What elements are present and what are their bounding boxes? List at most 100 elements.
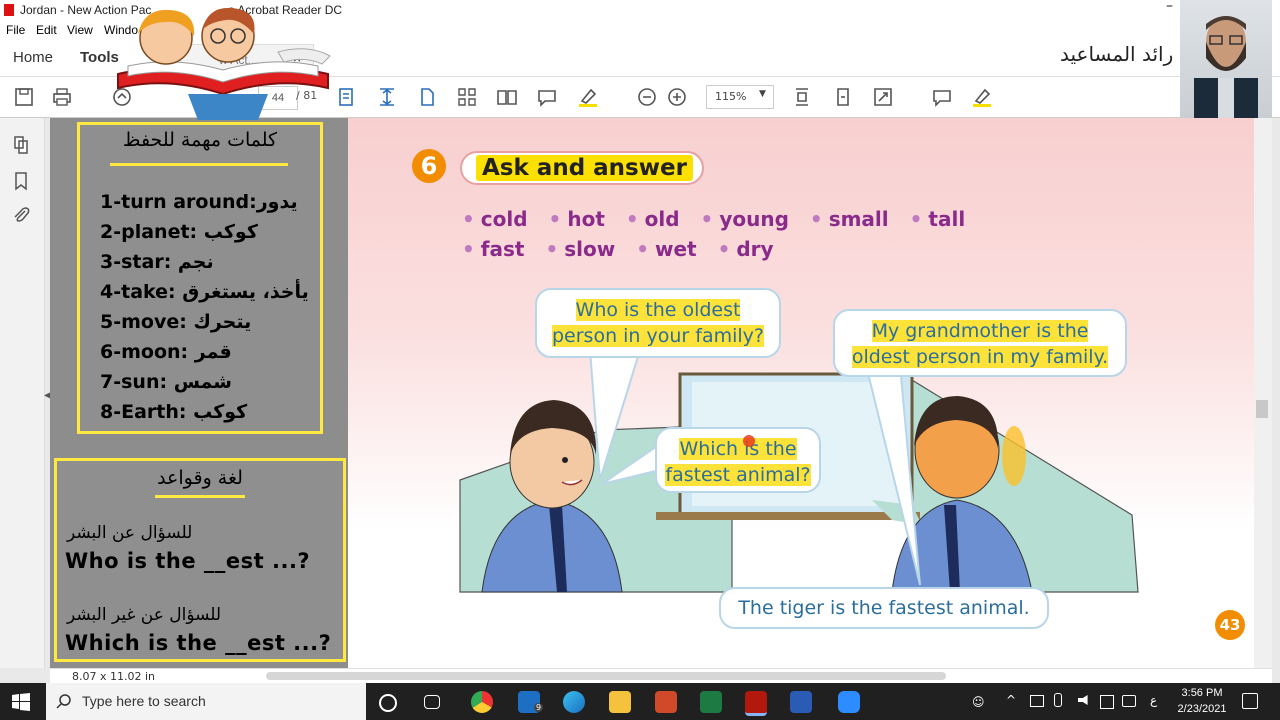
presenter-image <box>1194 16 1258 118</box>
clock[interactable]: 3:56 PM 2/23/2021 <box>1170 685 1234 717</box>
kids-reading-logo <box>117 7 331 120</box>
bullet: • <box>462 237 475 261</box>
task-view-icon[interactable] <box>424 695 440 709</box>
navigation-pane <box>0 118 45 668</box>
teacher-name: رائد المساعيد <box>1060 42 1174 66</box>
comment-icon[interactable] <box>535 85 559 109</box>
vocab-item: 4-take: يأخذ، يستغرق <box>100 281 309 303</box>
attachment-icon[interactable] <box>10 204 32 226</box>
zoom-out-icon[interactable] <box>635 85 659 109</box>
activity-title: Ask and answer <box>476 155 693 181</box>
windows-start-icon[interactable] <box>12 693 30 711</box>
speech-bubble-1: Who is the oldest person in your family? <box>535 288 781 358</box>
adjective: cold <box>480 207 528 231</box>
zoom-dropdown[interactable]: 115% ▼ <box>706 85 774 109</box>
zoom-in-icon[interactable] <box>665 85 689 109</box>
rotate-icon[interactable] <box>831 85 855 109</box>
minimize-button[interactable]: – <box>1166 0 1173 14</box>
scroll-mode-icon[interactable] <box>790 85 814 109</box>
vocab-item: 7-sun: شمس <box>100 371 232 393</box>
webcam-overlay <box>1180 0 1272 118</box>
vocab-title: كلمات مهمة للحفظ <box>122 129 278 151</box>
powerpoint-icon[interactable] <box>655 691 677 713</box>
bullet: • <box>462 207 475 231</box>
acrobat-taskbar-icon[interactable] <box>745 691 767 716</box>
vocab-item: 3-star: نجم <box>100 251 214 273</box>
people-icon[interactable]: ☺ <box>972 695 985 709</box>
adjective: slow <box>564 237 616 261</box>
organize-icon[interactable] <box>455 85 479 109</box>
adjective: dry <box>736 237 774 261</box>
bullet: • <box>700 207 714 231</box>
bullet: • <box>545 237 559 261</box>
bubble3-line2: fastest animal? <box>665 464 811 486</box>
adjective: fast <box>480 237 525 261</box>
edge-icon[interactable] <box>563 691 585 713</box>
menu-file[interactable]: File <box>6 23 25 37</box>
zoom-app-icon[interactable] <box>838 691 860 713</box>
zoom-value: 115% <box>715 90 747 103</box>
scrollbar-thumb[interactable] <box>1256 400 1268 418</box>
grammar-people-question: Who is the __est ...? <box>65 549 311 573</box>
notification-icon[interactable] <box>1242 693 1258 709</box>
select-tool-icon[interactable] <box>375 85 399 109</box>
taskbar-search[interactable]: Type here to search <box>46 683 366 720</box>
adjective: young <box>719 207 789 231</box>
page-size: 8.07 x 11.02 in <box>72 670 156 683</box>
single-page-icon[interactable] <box>415 85 439 109</box>
bookmark-icon[interactable] <box>10 170 32 192</box>
mail-icon[interactable]: 9 <box>518 691 544 713</box>
bubble2-line2: oldest person in my family. <box>851 346 1109 368</box>
tab-home[interactable]: Home <box>13 49 53 66</box>
adjective: tall <box>928 207 966 231</box>
bubble4-text: The tiger is the fastest animal. <box>738 597 1030 619</box>
speech-bubble-2: My grandmother is the oldest person in m… <box>833 309 1127 377</box>
cortana-icon[interactable] <box>379 694 397 712</box>
save-icon[interactable] <box>12 85 36 109</box>
highlight-icon-2[interactable] <box>970 85 994 109</box>
adjective: wet <box>654 237 697 261</box>
horizontal-scrollbar[interactable] <box>266 672 946 680</box>
print-icon[interactable] <box>50 85 74 109</box>
adjective: hot <box>567 207 605 231</box>
vocab-item: 5-move: يتحرك <box>100 311 252 333</box>
full-screen-icon[interactable] <box>871 85 895 109</box>
excel-icon[interactable] <box>700 691 722 713</box>
battery-icon[interactable] <box>1122 695 1136 707</box>
bubble2-tail <box>864 365 921 586</box>
search-placeholder: Type here to search <box>82 693 206 709</box>
microphone-icon[interactable] <box>1054 693 1062 707</box>
camera-tray-icon[interactable] <box>1030 695 1044 707</box>
clock-date: 2/23/2021 <box>1177 703 1227 715</box>
two-page-icon[interactable] <box>495 85 519 109</box>
bubble3-line1: Which is the <box>679 438 797 460</box>
volume-icon[interactable] <box>1078 695 1088 705</box>
vocab-item: 6-moon: قمر <box>100 341 232 363</box>
chrome-icon[interactable] <box>471 691 493 713</box>
grammar-things-question: Which is the __est ...? <box>65 631 332 655</box>
bubble1-line2: person in your family? <box>551 325 764 347</box>
grammar-box: لغة وقواعد للسؤال عن البشر Who is the __… <box>54 458 346 662</box>
language-indicator[interactable]: ع <box>1150 693 1157 707</box>
page-number-badge: 43 <box>1215 610 1245 640</box>
vocab-box: كلمات مهمة للحفظ 1-turn around:يدور 2-pl… <box>77 122 323 434</box>
mail-badge: 9 <box>534 703 544 712</box>
menu-edit[interactable]: Edit <box>36 23 57 37</box>
chevron-down-icon: ▼ <box>759 89 766 99</box>
bullet: • <box>909 207 923 231</box>
comment-icon-2[interactable] <box>930 85 954 109</box>
acrobat-icon <box>4 4 14 16</box>
vocab-item: 8-Earth: كوكب <box>100 401 248 423</box>
tray-chevron-icon[interactable]: ^ <box>1006 693 1016 707</box>
word-icon[interactable] <box>790 691 812 713</box>
speech-bubble-3: Which is the fastest animal? <box>655 427 821 493</box>
vertical-scrollbar[interactable] <box>1254 118 1272 668</box>
file-explorer-icon[interactable] <box>609 691 631 713</box>
highlight-icon[interactable] <box>576 85 600 109</box>
adjective: old <box>644 207 680 231</box>
network-icon[interactable] <box>1100 695 1114 709</box>
clock-time: 3:56 PM <box>1181 687 1223 699</box>
menu-view[interactable]: View <box>67 23 93 37</box>
pages-thumbnail-icon[interactable] <box>10 134 32 156</box>
bullet: • <box>717 237 731 261</box>
